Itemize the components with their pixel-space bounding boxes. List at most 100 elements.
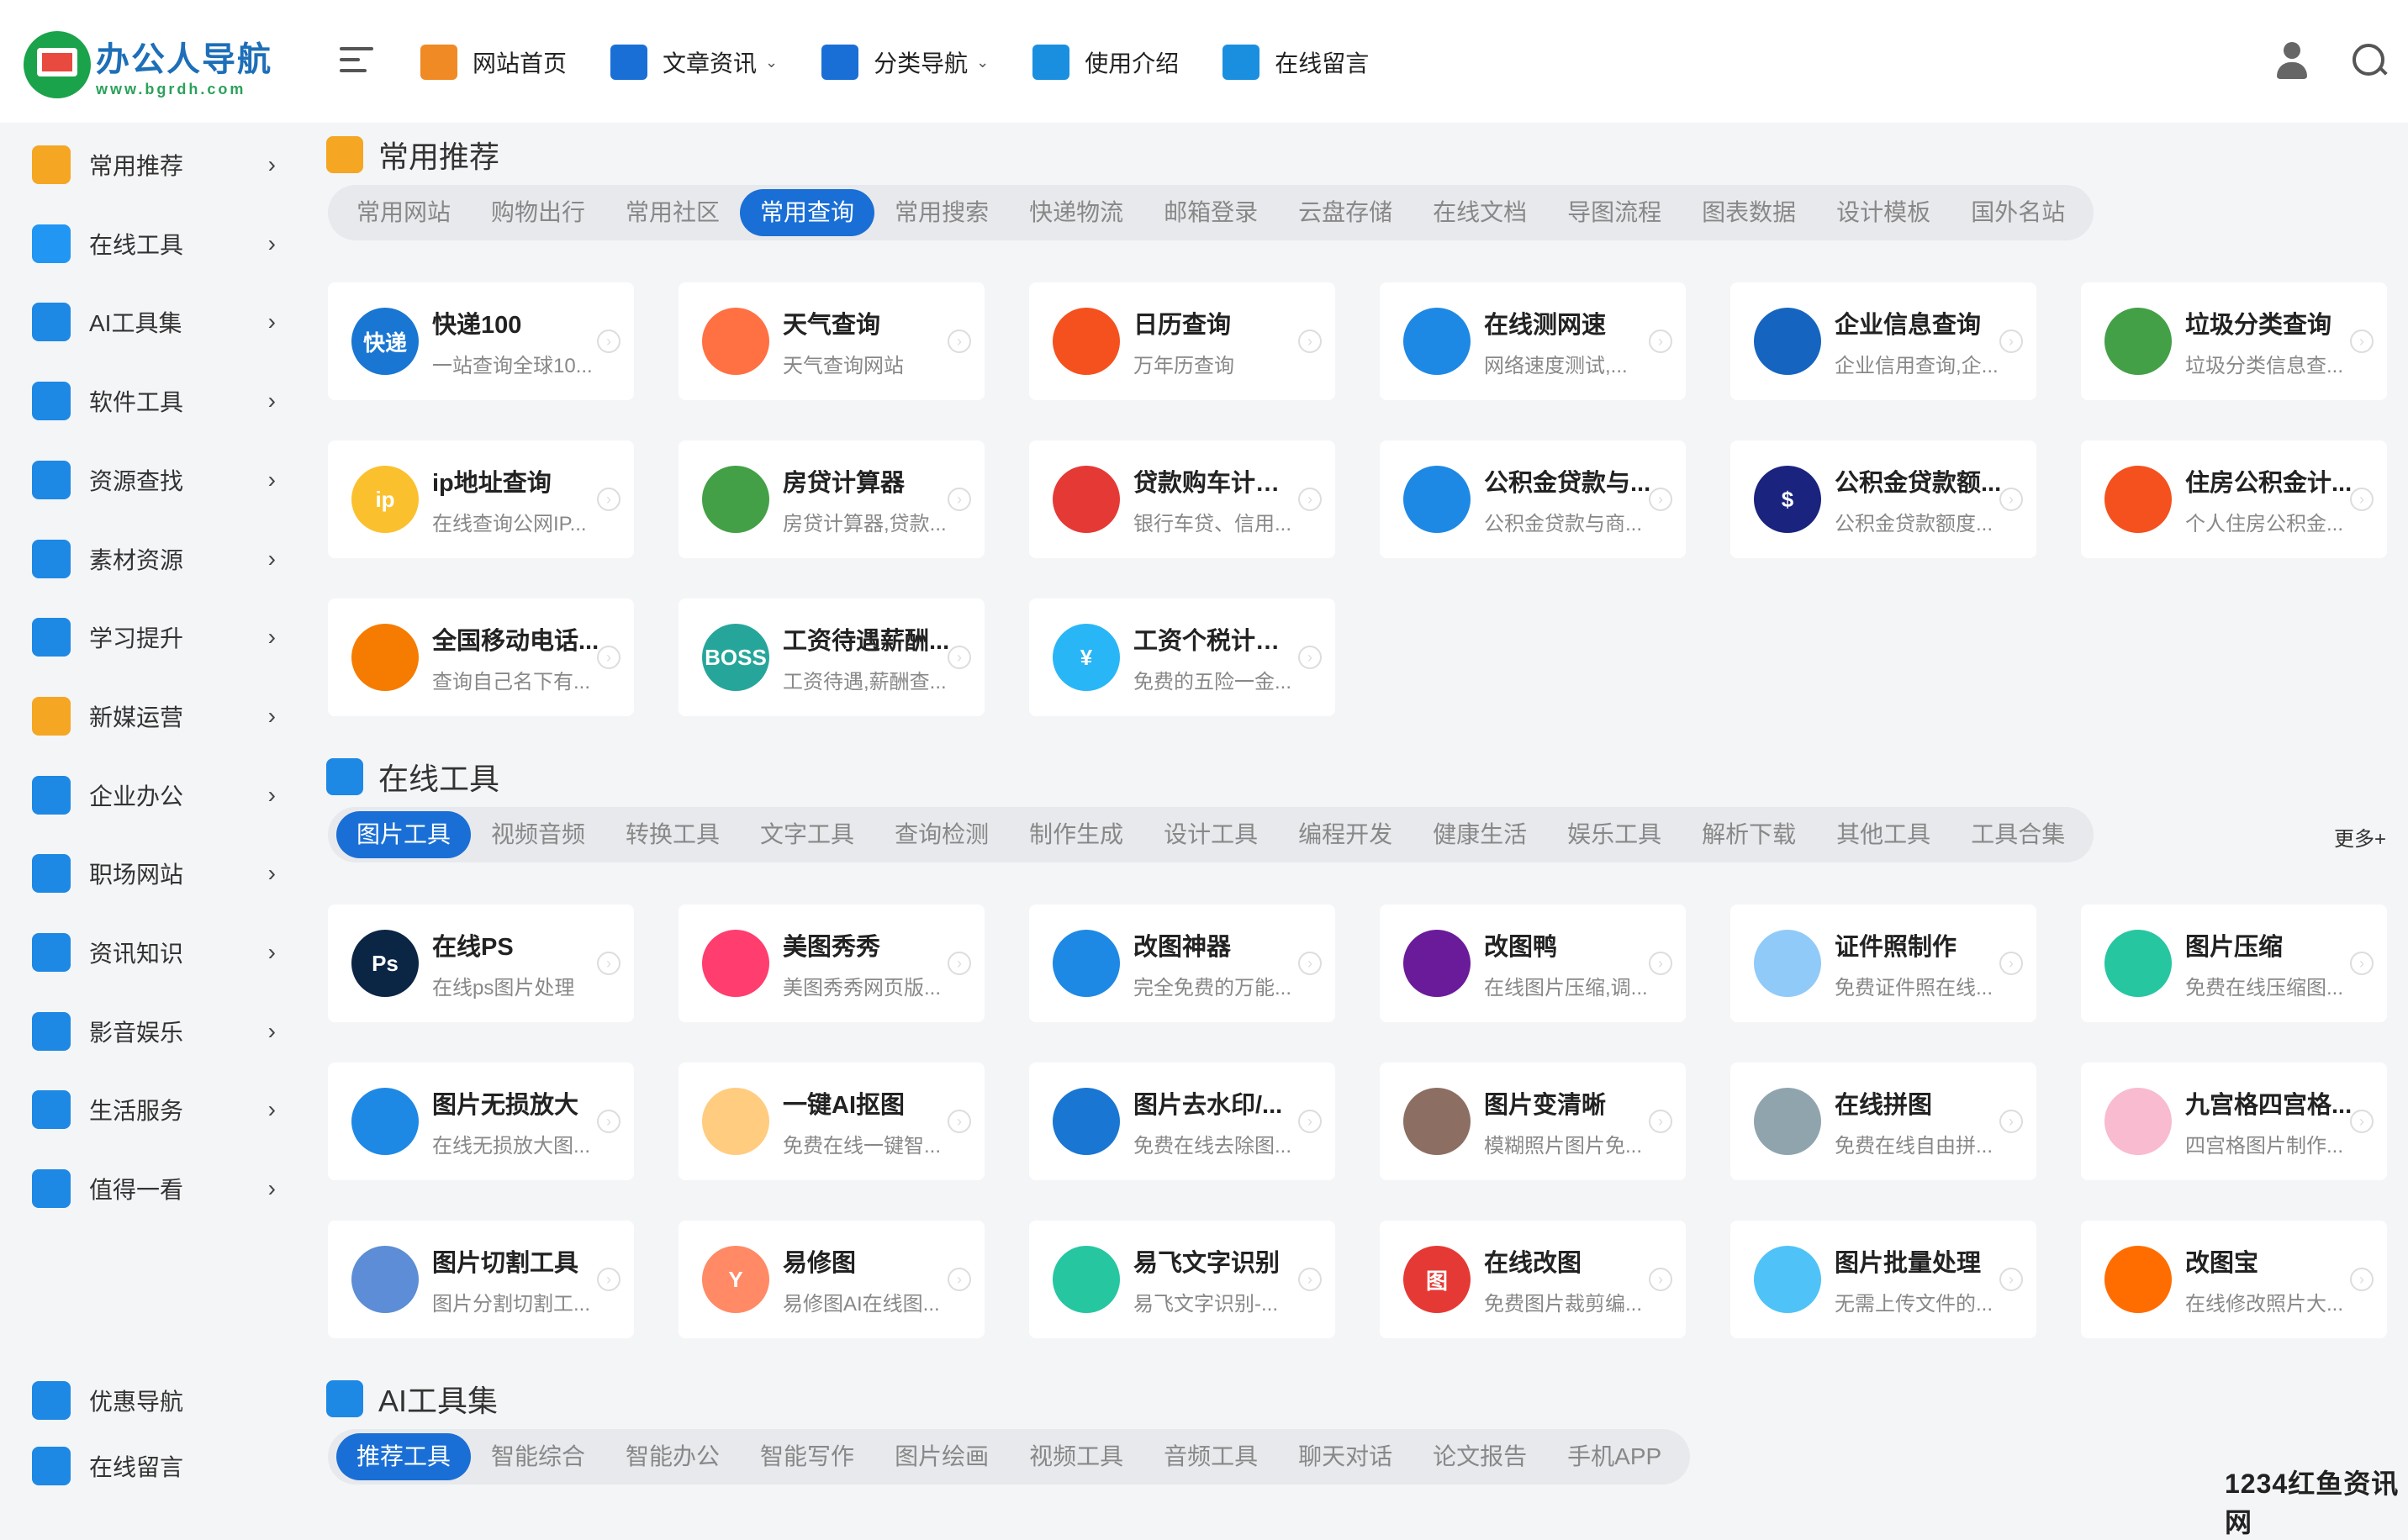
chevron-right-icon[interactable]: ›: [1649, 1268, 1672, 1291]
chevron-right-icon[interactable]: ›: [948, 488, 971, 511]
tool-card[interactable]: 改图宝 在线修改照片大... ›: [2081, 1221, 2387, 1338]
tab-item[interactable]: 国外名站: [1951, 189, 2085, 236]
chevron-right-icon[interactable]: ›: [1649, 1110, 1672, 1133]
chevron-right-icon[interactable]: ›: [948, 1268, 971, 1291]
chevron-right-icon[interactable]: ›: [597, 330, 620, 353]
tab-item[interactable]: 图表数据: [1682, 189, 1816, 236]
tab-item[interactable]: 聊天对话: [1278, 1433, 1413, 1480]
tab-item[interactable]: 手机APP: [1547, 1433, 1682, 1480]
tool-card[interactable]: Y 易修图 易修图AI在线图... ›: [679, 1221, 985, 1338]
tool-card[interactable]: 证件照制作 免费证件照在线... ›: [1730, 904, 2036, 1022]
tool-card[interactable]: 在线测网速 网络速度测试,... ›: [1380, 282, 1686, 400]
tool-card[interactable]: 改图鸭 在线图片压缩,调... ›: [1380, 904, 1686, 1022]
tab-item[interactable]: 邮箱登录: [1143, 189, 1278, 236]
tool-card[interactable]: 天气查询 天气查询网站 ›: [679, 282, 985, 400]
tab-item[interactable]: 常用网站: [336, 189, 471, 236]
sidebar-item-12[interactable]: 生活服务 ›: [32, 1084, 276, 1135]
tab-item[interactable]: 智能写作: [740, 1433, 874, 1480]
tab-item[interactable]: 设计工具: [1143, 811, 1278, 858]
chevron-right-icon[interactable]: ›: [1649, 330, 1672, 353]
tab-item[interactable]: 视频音频: [471, 811, 605, 858]
tool-card[interactable]: Ps 在线PS 在线ps图片处理 ›: [328, 904, 634, 1022]
tool-card[interactable]: 改图神器 完全免费的万能... ›: [1029, 904, 1335, 1022]
chevron-right-icon[interactable]: ›: [1298, 330, 1322, 353]
nav-item-4[interactable]: 在线留言: [1222, 45, 1369, 80]
tool-card[interactable]: 九宫格四宫格... 四宫格图片制作... ›: [2081, 1063, 2387, 1180]
sidebar-bottom-item-1[interactable]: 在线留言: [32, 1441, 276, 1491]
chevron-right-icon[interactable]: ›: [1999, 1110, 2023, 1133]
sidebar-item-11[interactable]: 影音娱乐 ›: [32, 1006, 276, 1057]
tab-item[interactable]: 智能综合: [471, 1433, 605, 1480]
chevron-right-icon[interactable]: ›: [2350, 488, 2374, 511]
tool-card[interactable]: BOSS 工资待遇薪酬... 工资待遇,薪酬查... ›: [679, 599, 985, 716]
chevron-right-icon[interactable]: ›: [597, 952, 620, 975]
sidebar-item-0[interactable]: 常用推荐 ›: [32, 140, 276, 190]
more-link[interactable]: 更多+: [2334, 822, 2386, 852]
chevron-right-icon[interactable]: ›: [1649, 952, 1672, 975]
chevron-right-icon[interactable]: ›: [1999, 1268, 2023, 1291]
sidebar-item-3[interactable]: 软件工具 ›: [32, 376, 276, 426]
tab-item[interactable]: 常用搜索: [874, 189, 1009, 236]
tool-card[interactable]: ¥ 工资个税计算器 免费的五险一金... ›: [1029, 599, 1335, 716]
sidebar-item-4[interactable]: 资源查找 ›: [32, 455, 276, 505]
tool-card[interactable]: 图片压缩 免费在线压缩图... ›: [2081, 904, 2387, 1022]
tab-item[interactable]: 文字工具: [740, 811, 874, 858]
tab-item[interactable]: 云盘存储: [1278, 189, 1413, 236]
sidebar-item-6[interactable]: 学习提升 ›: [32, 612, 276, 662]
chevron-right-icon[interactable]: ›: [1649, 488, 1672, 511]
tool-card[interactable]: 垃圾分类查询 垃圾分类信息查... ›: [2081, 282, 2387, 400]
tab-item[interactable]: 解析下载: [1682, 811, 1816, 858]
search-icon[interactable]: [2351, 42, 2388, 79]
chevron-right-icon[interactable]: ›: [948, 952, 971, 975]
tab-item[interactable]: 设计模板: [1816, 189, 1951, 236]
tool-card[interactable]: 快递 快递100 一站查询全球10... ›: [328, 282, 634, 400]
tool-card[interactable]: $ 公积金贷款额... 公积金贷款额度... ›: [1730, 440, 2036, 558]
tool-card[interactable]: 图在线改图 免费图片裁剪编... ›: [1380, 1221, 1686, 1338]
tool-card[interactable]: ip ip地址查询 在线查询公网IP... ›: [328, 440, 634, 558]
tab-item[interactable]: 音频工具: [1143, 1433, 1278, 1480]
sidebar-item-10[interactable]: 资讯知识 ›: [32, 927, 276, 978]
tool-card[interactable]: 图片批量处理 无需上传文件的... ›: [1730, 1221, 2036, 1338]
tab-item[interactable]: 制作生成: [1009, 811, 1143, 858]
chevron-right-icon[interactable]: ›: [948, 330, 971, 353]
sidebar-item-13[interactable]: 值得一看 ›: [32, 1163, 276, 1214]
chevron-right-icon[interactable]: ›: [2350, 952, 2374, 975]
tab-item[interactable]: 健康生活: [1413, 811, 1547, 858]
menu-toggle-icon[interactable]: [340, 47, 373, 76]
tool-card[interactable]: 易飞文字识别 易飞文字识别-... ›: [1029, 1221, 1335, 1338]
tool-card[interactable]: 全国移动电话... 查询自己名下有... ›: [328, 599, 634, 716]
chevron-right-icon[interactable]: ›: [597, 646, 620, 669]
sidebar-item-8[interactable]: 企业办公 ›: [32, 770, 276, 820]
tab-item[interactable]: 其他工具: [1816, 811, 1951, 858]
tab-item[interactable]: 图片绘画: [874, 1433, 1009, 1480]
sidebar-item-1[interactable]: 在线工具 ›: [32, 219, 276, 269]
tool-card[interactable]: 在线拼图 免费在线自由拼... ›: [1730, 1063, 2036, 1180]
chevron-right-icon[interactable]: ›: [1999, 952, 2023, 975]
tab-item[interactable]: 在线文档: [1413, 189, 1547, 236]
chevron-right-icon[interactable]: ›: [1298, 952, 1322, 975]
tab-item[interactable]: 推荐工具: [336, 1433, 472, 1480]
tool-card[interactable]: 贷款购车计算器 银行车贷、信用... ›: [1029, 440, 1335, 558]
tab-item[interactable]: 查询检测: [874, 811, 1009, 858]
tool-card[interactable]: 美图秀秀 美图秀秀网页版... ›: [679, 904, 985, 1022]
nav-item-2[interactable]: 分类导航 ⌄: [821, 45, 989, 80]
tool-card[interactable]: 图片无损放大 在线无损放大图... ›: [328, 1063, 634, 1180]
sidebar-item-9[interactable]: 职场网站 ›: [32, 848, 276, 899]
tab-item[interactable]: 论文报告: [1413, 1433, 1547, 1480]
nav-item-0[interactable]: 网站首页: [420, 45, 567, 80]
tab-item[interactable]: 常用查询: [740, 189, 875, 236]
sidebar-item-5[interactable]: 素材资源 ›: [32, 534, 276, 584]
tab-item[interactable]: 智能办公: [605, 1433, 740, 1480]
tool-card[interactable]: 图片去水印/... 免费在线去除图... ›: [1029, 1063, 1335, 1180]
sidebar-item-7[interactable]: 新媒运营 ›: [32, 691, 276, 741]
tab-item[interactable]: 导图流程: [1547, 189, 1682, 236]
nav-item-3[interactable]: 使用介绍: [1032, 45, 1179, 80]
tab-item[interactable]: 娱乐工具: [1547, 811, 1682, 858]
tool-card[interactable]: 住房公积金计... 个人住房公积金... ›: [2081, 440, 2387, 558]
chevron-right-icon[interactable]: ›: [1999, 330, 2023, 353]
tool-card[interactable]: 图片变清晰 模糊照片图片免... ›: [1380, 1063, 1686, 1180]
site-logo[interactable]: 办公人导航 www.bgrdh.com: [24, 29, 284, 101]
chevron-right-icon[interactable]: ›: [597, 1268, 620, 1291]
nav-item-1[interactable]: 文章资讯 ⌄: [610, 45, 778, 80]
chevron-right-icon[interactable]: ›: [1298, 646, 1322, 669]
